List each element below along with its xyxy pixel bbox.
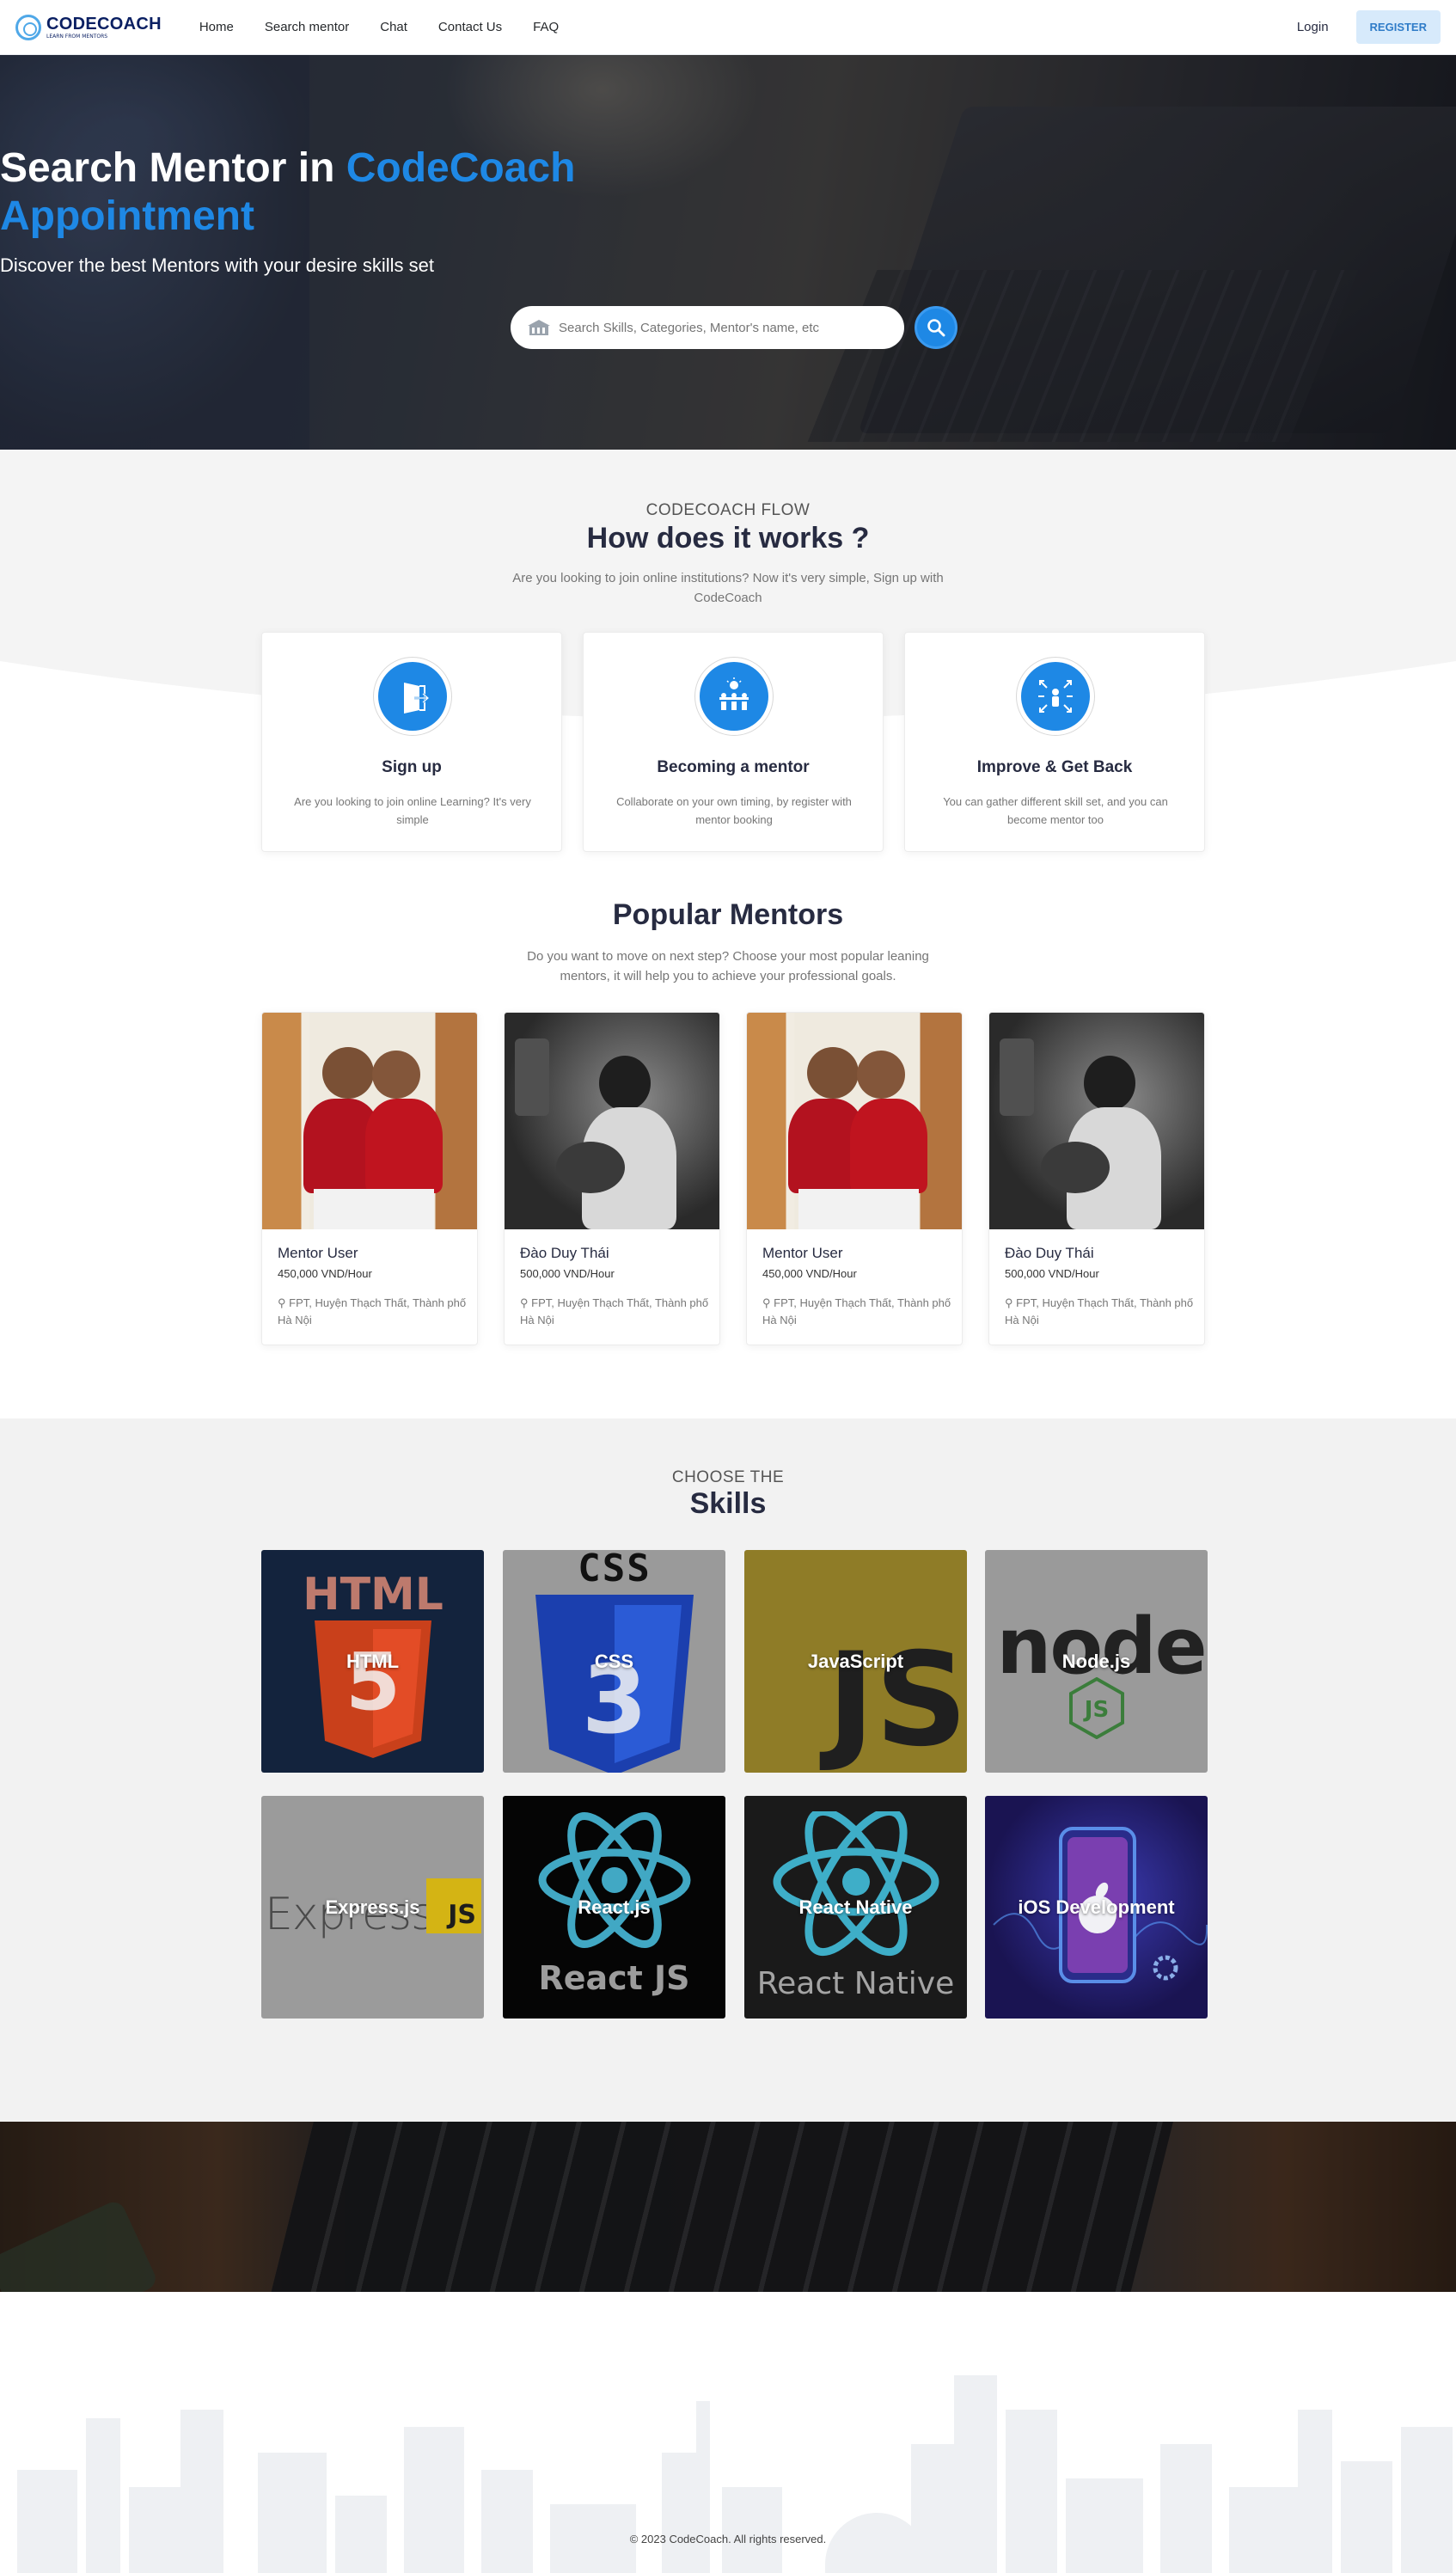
- logo-mark-icon: [15, 14, 41, 40]
- register-button[interactable]: REGISTER: [1355, 10, 1441, 44]
- mentor-name: Đào Duy Thái: [520, 1245, 609, 1261]
- mentor-avatar: [989, 1013, 1204, 1229]
- logo-text: CODECOACH: [46, 14, 162, 34]
- map-pin-icon: ⚲: [762, 1296, 774, 1309]
- nav-faq[interactable]: FAQ: [517, 0, 574, 55]
- flow-card-title: Improve & Get Back: [976, 758, 1133, 776]
- mentor-price: 450,000 VND/Hour: [278, 1267, 372, 1280]
- skill-tile-css[interactable]: CSS 3 CSS: [503, 1550, 725, 1773]
- mentor-name: Đào Duy Thái: [1005, 1245, 1094, 1261]
- skill-label: iOS Development: [1018, 1896, 1175, 1918]
- flow-card-desc: You can gather different skill set, and …: [943, 795, 1168, 826]
- mentor-name: Mentor User: [278, 1245, 358, 1261]
- skills-eyebrow: CHOOSE THE: [671, 1468, 785, 1486]
- mentor-card[interactable]: Đào Duy Thái 500,000 VND/Hour ⚲ FPT, Huy…: [504, 1012, 720, 1345]
- flow-title: How does it works ?: [586, 522, 870, 554]
- mentor-location: ⚲ FPT, Huyện Thạch Thất, Thành phố Hà Nộ…: [520, 1296, 709, 1326]
- skill-label: Node.js: [1061, 1650, 1131, 1672]
- hero-banner: Search Mentor in CodeCoach Appointment D…: [0, 55, 1456, 450]
- flow-card-improve: Improve & Get Back You can gather differ…: [904, 632, 1205, 852]
- search-box: [511, 306, 904, 349]
- mentor-location: ⚲ FPT, Huyện Thạch Thất, Thành phố Hà Nộ…: [1005, 1296, 1194, 1326]
- flow-card-desc: Are you looking to join online Learning?…: [294, 795, 531, 826]
- search-input[interactable]: [559, 320, 885, 335]
- flow-card-title: Sign up: [382, 758, 442, 776]
- building-icon: [528, 320, 550, 335]
- mentor-avatar: [747, 1013, 962, 1229]
- how-it-works-section: CODECOACH FLOW How does it works ? Are y…: [0, 450, 1456, 1418]
- copyright-text: © 2023 CodeCoach. All rights reserved.: [629, 2533, 827, 2545]
- top-navbar: CODECOACH LEARN FROM MENTORS Home Search…: [0, 0, 1456, 55]
- skill-tile-html[interactable]: HTML 5 HTML: [261, 1550, 484, 1773]
- mentors-description: Do you want to move on next step? Choose…: [527, 949, 929, 983]
- map-pin-icon: ⚲: [1005, 1296, 1017, 1309]
- skill-tile-javascript[interactable]: JS JavaScript: [744, 1550, 967, 1773]
- nav-chat[interactable]: Chat: [364, 0, 423, 55]
- logo[interactable]: CODECOACH LEARN FROM MENTORS: [15, 14, 162, 40]
- mentor-avatar: [262, 1013, 477, 1229]
- map-pin-icon: ⚲: [278, 1296, 290, 1309]
- map-pin-icon: ⚲: [520, 1296, 532, 1309]
- logo-subtitle: LEARN FROM MENTORS: [46, 33, 108, 40]
- flow-card-desc: Collaborate on your own timing, by regis…: [616, 795, 852, 826]
- mentor-location: ⚲ FPT, Huyện Thạch Thất, Thành phố Hà Nộ…: [278, 1296, 467, 1326]
- mentor-card[interactable]: Mentor User 450,000 VND/Hour ⚲ FPT, Huyệ…: [746, 1012, 963, 1345]
- flow-card-title: Becoming a mentor: [657, 758, 810, 776]
- flow-card-becoming-mentor: Becoming a mentor Collaborate on your ow…: [583, 632, 884, 852]
- skills-title: Skills: [689, 1487, 767, 1520]
- mentor-card[interactable]: Đào Duy Thái 500,000 VND/Hour ⚲ FPT, Huy…: [988, 1012, 1205, 1345]
- skill-label: CSS: [594, 1650, 634, 1672]
- mentors-title: Popular Mentors: [612, 898, 844, 931]
- mentor-location: ⚲ FPT, Huyện Thạch Thất, Thành phố Hà Nộ…: [762, 1296, 951, 1326]
- flow-card-sign-up: Sign up Are you looking to join online L…: [261, 632, 562, 852]
- nav-search-mentor[interactable]: Search mentor: [249, 0, 364, 55]
- nav-contact-us[interactable]: Contact Us: [423, 0, 517, 55]
- mentor-price: 500,000 VND/Hour: [1005, 1267, 1099, 1280]
- mentor-avatar: [505, 1013, 719, 1229]
- hero-subtitle: Discover the best Mentors with your desi…: [0, 254, 434, 276]
- magnifier-icon: [927, 319, 945, 337]
- hero-title: Search Mentor in CodeCoach Appointment: [0, 145, 576, 239]
- skill-tile-expressjs[interactable]: Express JS Express.js: [261, 1796, 484, 2019]
- skill-label: React Native: [798, 1896, 913, 1918]
- footer: © 2023 CodeCoach. All rights reserved.: [0, 2292, 1456, 2573]
- skill-tile-reactjs[interactable]: React JS React.js: [503, 1796, 725, 2019]
- skill-label: Express.js: [325, 1896, 420, 1918]
- skill-tile-ios[interactable]: iOS Development: [985, 1796, 1208, 2019]
- mentor-card[interactable]: Mentor User 450,000 VND/Hour ⚲ FPT, Huyệ…: [261, 1012, 478, 1345]
- auth-links: Login REGISTER: [1297, 10, 1441, 44]
- login-link[interactable]: Login: [1297, 20, 1329, 34]
- main-menu: Home Search mentor Chat Contact Us FAQ: [184, 0, 574, 55]
- mentor-price: 500,000 VND/Hour: [520, 1267, 615, 1280]
- skill-tile-react-native[interactable]: React Native React Native: [744, 1796, 967, 2019]
- skills-section: CHOOSE THE Skills HTML 5 HTML CSS 3 CSS …: [0, 1418, 1456, 2122]
- nav-home[interactable]: Home: [184, 0, 249, 55]
- expand-arrows-icon: [1021, 662, 1090, 731]
- flow-description: Are you looking to join online instituti…: [512, 571, 944, 605]
- mentor-price: 450,000 VND/Hour: [762, 1267, 857, 1280]
- flow-eyebrow: CODECOACH FLOW: [645, 501, 811, 519]
- skill-label: JavaScript: [807, 1650, 904, 1672]
- search-button[interactable]: [915, 306, 957, 349]
- skill-label: HTML: [346, 1650, 400, 1672]
- door-enter-icon: [378, 662, 447, 731]
- mentor-name: Mentor User: [762, 1245, 843, 1261]
- team-idea-icon: [700, 662, 768, 731]
- keyboard-banner: [0, 2122, 1456, 2292]
- skill-tile-nodejs[interactable]: node JS Node.js: [985, 1550, 1208, 1773]
- skill-label: React.js: [578, 1896, 651, 1918]
